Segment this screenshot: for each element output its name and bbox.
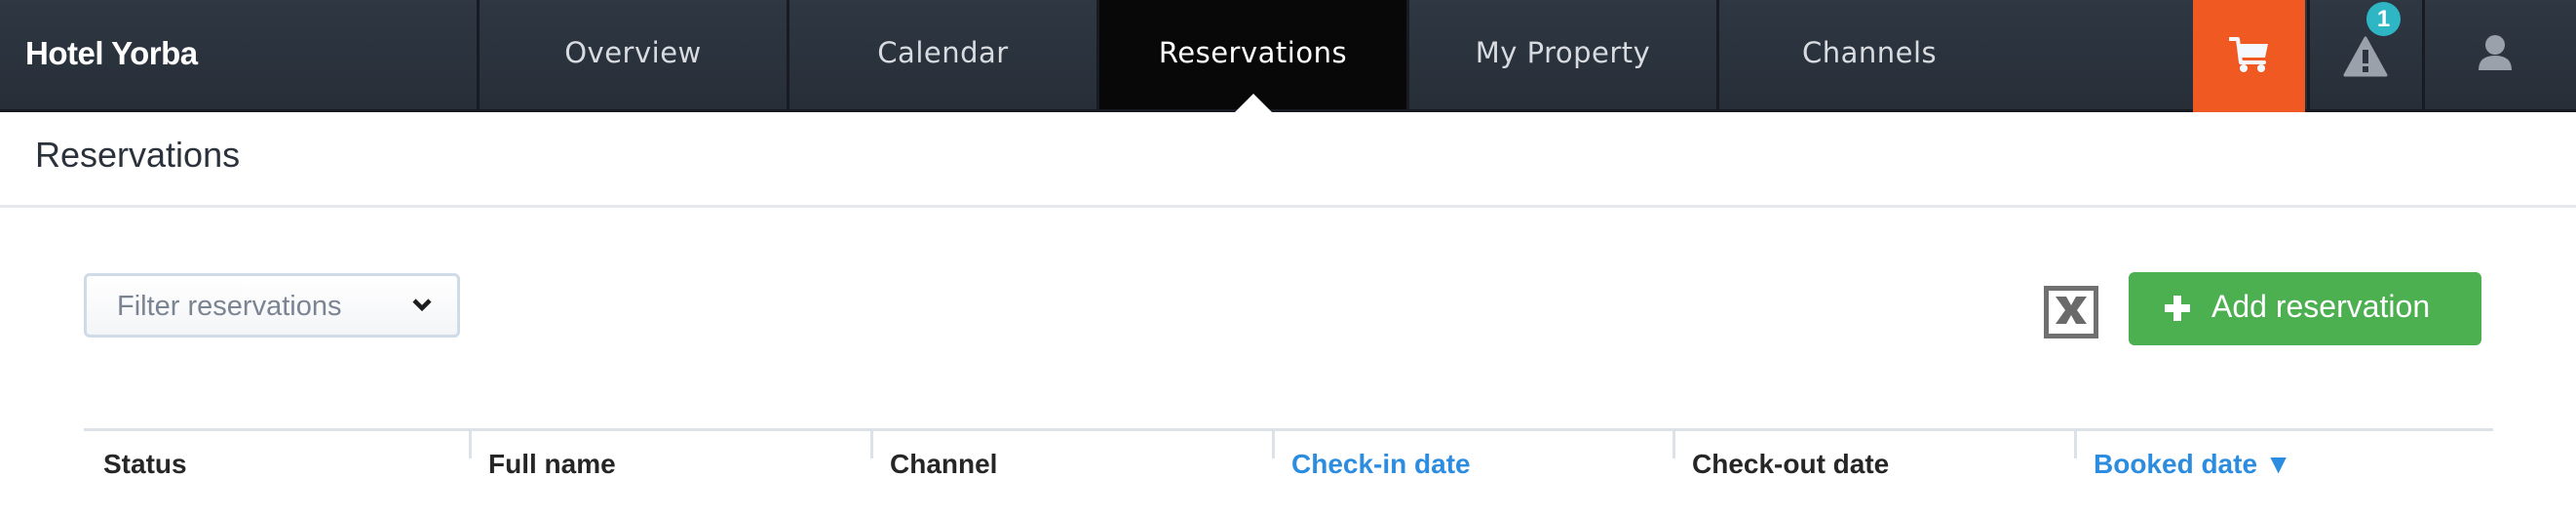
- user-icon: [2478, 34, 2513, 75]
- tab-channels[interactable]: Channels: [1719, 0, 2195, 109]
- alert-count-badge: 1: [2366, 2, 2401, 36]
- column-label: Status: [103, 449, 187, 479]
- tab-calendar[interactable]: Calendar: [789, 0, 1099, 109]
- shopping-cart-icon: [2227, 36, 2270, 77]
- column-divider: [1672, 431, 1675, 458]
- brand[interactable]: Hotel Yorba: [0, 0, 480, 109]
- column-divider: [2074, 431, 2077, 458]
- tab-label: Reservations: [1158, 36, 1348, 69]
- excel-export-icon: [2053, 294, 2090, 331]
- column-check-out-date: Check-out date: [1672, 431, 2074, 517]
- column-status: Status: [84, 431, 469, 517]
- brand-name: Hotel Yorba: [25, 35, 198, 71]
- add-reservation-button[interactable]: Add reservation: [2129, 272, 2481, 345]
- column-divider: [870, 431, 873, 458]
- column-label: Full name: [488, 449, 616, 479]
- column-divider: [1272, 431, 1275, 458]
- user-menu-button[interactable]: [2422, 0, 2576, 109]
- column-label: Check-out date: [1692, 449, 1890, 479]
- column-check-in-date[interactable]: Check-in date: [1272, 431, 1672, 517]
- sort-check-in-link[interactable]: Check-in date: [1291, 449, 1471, 480]
- column-channel: Channel: [870, 431, 1272, 517]
- tab-label: Calendar: [877, 36, 1009, 69]
- column-full-name: Full name: [469, 431, 870, 517]
- alerts-button[interactable]: 1: [2307, 0, 2420, 109]
- tab-reservations[interactable]: Reservations: [1099, 0, 1409, 112]
- top-navbar: Hotel Yorba Overview Calendar Reservatio…: [0, 0, 2576, 112]
- page-header: Reservations: [0, 112, 2576, 208]
- filter-placeholder: Filter reservations: [117, 291, 342, 322]
- cart-button[interactable]: [2193, 0, 2305, 112]
- page-title: Reservations: [35, 135, 241, 175]
- tab-overview[interactable]: Overview: [480, 0, 789, 109]
- warning-triangle-icon: [2343, 28, 2388, 81]
- export-excel-button[interactable]: [2044, 286, 2098, 338]
- chevron-down-icon: [411, 298, 433, 317]
- column-divider: [469, 431, 472, 458]
- tab-label: Channels: [1802, 36, 1938, 69]
- tab-my-property[interactable]: My Property: [1409, 0, 1719, 109]
- filter-reservations-dropdown[interactable]: Filter reservations: [84, 273, 460, 338]
- plus-icon: [2163, 294, 2192, 327]
- sort-booked-date-link[interactable]: Booked date ▼: [2094, 449, 2292, 480]
- add-reservation-label: Add reservation: [2211, 289, 2431, 324]
- reservations-table-header: Status Full name Channel Check-in date C…: [84, 428, 2493, 514]
- tab-label: My Property: [1475, 36, 1651, 69]
- column-booked-date[interactable]: Booked date ▼: [2074, 431, 2493, 517]
- tab-label: Overview: [564, 36, 702, 69]
- column-label: Channel: [890, 449, 998, 479]
